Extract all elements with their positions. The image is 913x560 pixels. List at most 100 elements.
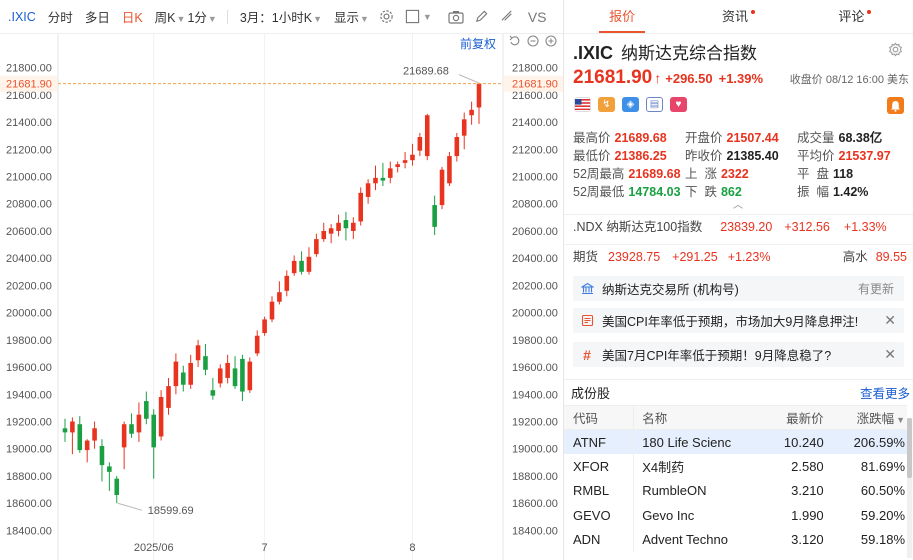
trend-icon[interactable]: ↯ — [598, 97, 615, 112]
tab-intraday[interactable]: 分时 — [48, 7, 73, 26]
x-tick-label: 2025/06 — [134, 542, 174, 554]
tab-comments[interactable]: 评论 — [797, 0, 913, 33]
x-tick-label: 7 — [262, 542, 268, 554]
scrollbar-thumb[interactable] — [907, 418, 912, 478]
y-tick-label-left: 20200.00 — [6, 280, 52, 292]
quote-tabs: 报价 资讯 评论 — [564, 0, 913, 34]
cell-change-pct: 59.18% — [860, 532, 905, 548]
candle-body — [136, 414, 142, 433]
tab-quote[interactable]: 报价 — [564, 0, 680, 33]
candle-body — [284, 275, 290, 291]
table-row[interactable]: RMBL RumbleON 3.210 60.50% — [564, 478, 907, 503]
candle-body — [277, 292, 282, 302]
candle-body — [387, 168, 393, 178]
hash-icon: # — [583, 346, 591, 363]
cell-name: RumbleON — [633, 478, 743, 503]
pencil-icon[interactable] — [474, 9, 490, 25]
chevron-down-icon: ▼ — [313, 14, 322, 24]
y-tick-label-right: 20400.00 — [512, 253, 558, 265]
bell-icon[interactable] — [887, 97, 904, 114]
news-item[interactable]: 美国CPI年率低于预期，市场加大9月降息押注! ✕ — [573, 308, 904, 333]
tab-weekly-k[interactable]: 周K▼ — [155, 7, 186, 26]
chevron-up-icon[interactable]: ︿ — [733, 196, 743, 211]
price-change: +296.50 — [665, 71, 713, 86]
scrollbar[interactable] — [907, 418, 912, 558]
view-more-link[interactable]: 查看更多 — [860, 383, 910, 402]
y-tick-label-left: 18800.00 — [6, 471, 52, 483]
display-menu[interactable]: 显示▼ — [334, 7, 369, 26]
book-icon[interactable]: ▤ — [646, 97, 663, 112]
close-icon[interactable]: ✕ — [884, 346, 896, 363]
last-price-label-left: 21681.90 — [6, 79, 52, 91]
kline-chart[interactable]: 前复权 21800.00 21800.00 21600.00 21600.00 2140… — [0, 34, 563, 560]
compare-vs-button[interactable]: VS — [528, 9, 547, 25]
candle-body — [114, 478, 120, 495]
checkbox-icon[interactable] — [405, 9, 421, 25]
candle-body — [299, 260, 304, 272]
table-row[interactable]: ADN Advent Techno 3.120 59.18% — [564, 527, 907, 552]
candle-body — [402, 160, 408, 163]
constituents-table: 代码 名称 最新价 涨跌幅 ▼ ATNF 180 Life Scienc 10.240… — [564, 405, 907, 552]
candle-body — [254, 335, 260, 354]
candle-body — [92, 428, 97, 441]
chevron-down-icon: ▼ — [360, 14, 369, 24]
news-item[interactable]: 纳斯达克交易所 (机构号) 有更新 — [573, 276, 904, 301]
news-item[interactable]: # 美国7月CPI年率低于预期！9月降息稳了? ✕ — [573, 342, 904, 367]
tab-daily-k[interactable]: 日K — [122, 7, 143, 26]
candle-body — [203, 356, 208, 370]
col-change-pct[interactable]: 涨跌幅 ▼ — [829, 405, 907, 430]
cell-change-pct: 60.50% — [860, 483, 905, 499]
col-price[interactable]: 最新价 — [742, 405, 830, 430]
y-tick-label-left: 20800.00 — [6, 199, 52, 211]
price-change-pct: +1.39% — [718, 71, 764, 86]
candlestick-plot: 21800.00 21800.0021600.00 21600.0021400.00… — [0, 34, 563, 560]
tag-icon[interactable]: ◈ — [622, 97, 639, 112]
candle-body — [306, 256, 312, 272]
futures-row[interactable]: 期货 23928.75 +291.25 +1.23% 高水 89.55 — [564, 244, 913, 268]
settings-icon[interactable] — [379, 9, 395, 25]
tab-multiday[interactable]: 多日 — [85, 7, 110, 26]
candle-body — [217, 368, 223, 384]
y-tick-label-right: 21400.00 — [512, 117, 558, 129]
camera-icon[interactable] — [448, 9, 464, 25]
chevron-down-icon: ▼ — [176, 14, 186, 24]
cell-price: 2.580 — [791, 458, 824, 474]
y-tick-label-right: 21000.00 — [512, 172, 558, 184]
chevron-down-icon[interactable]: ▼ — [423, 12, 432, 22]
candle-body — [129, 424, 134, 434]
candle-body — [410, 154, 415, 161]
candle-body — [121, 424, 127, 448]
candle-body — [62, 428, 68, 433]
high-annotation: 21689.68 — [403, 66, 449, 78]
ruler-icon[interactable] — [500, 9, 516, 25]
close-icon[interactable]: ✕ — [884, 312, 896, 329]
news-icon — [580, 314, 594, 328]
col-code[interactable]: 代码 — [564, 405, 634, 430]
candle-body — [77, 424, 83, 451]
candle-body — [439, 169, 445, 206]
tab-minute[interactable]: 1分▼ — [187, 7, 216, 26]
gear-icon[interactable] — [888, 42, 903, 57]
candle-body — [358, 192, 364, 222]
y-tick-label-left: 20000.00 — [6, 308, 52, 320]
y-tick-label-left: 19400.00 — [6, 389, 52, 401]
candle-body — [70, 421, 75, 433]
divider — [226, 9, 228, 24]
table-row[interactable]: GEVO Gevo Inc 1.990 59.20% — [564, 503, 907, 528]
table-row[interactable]: ATNF 180 Life Scienc 10.240 206.59% — [564, 429, 907, 454]
tab-news[interactable]: 资讯 — [680, 0, 796, 33]
col-name[interactable]: 名称 — [633, 405, 743, 430]
low-pointer — [117, 502, 142, 511]
range-select[interactable]: 3月：1小时K▼ — [240, 7, 322, 26]
symbol-label[interactable]: .IXIC — [8, 10, 36, 24]
cell-price: 10.240 — [742, 429, 830, 454]
cell-name: 180 Life Scienc — [633, 429, 743, 454]
related-index-row[interactable]: .NDX 纳斯达克100指数 23839.20 +312.56 +1.33% — [564, 214, 913, 239]
table-row[interactable]: XFOR X4制药 2.580 81.69% — [564, 454, 907, 479]
high-pointer — [458, 74, 479, 84]
candle-body — [314, 239, 319, 255]
candle-body — [476, 83, 482, 108]
y-tick-label-right: 20000.00 — [512, 308, 558, 320]
cell-code: ADN — [573, 532, 601, 548]
heart-icon[interactable]: ♥ — [670, 97, 687, 112]
